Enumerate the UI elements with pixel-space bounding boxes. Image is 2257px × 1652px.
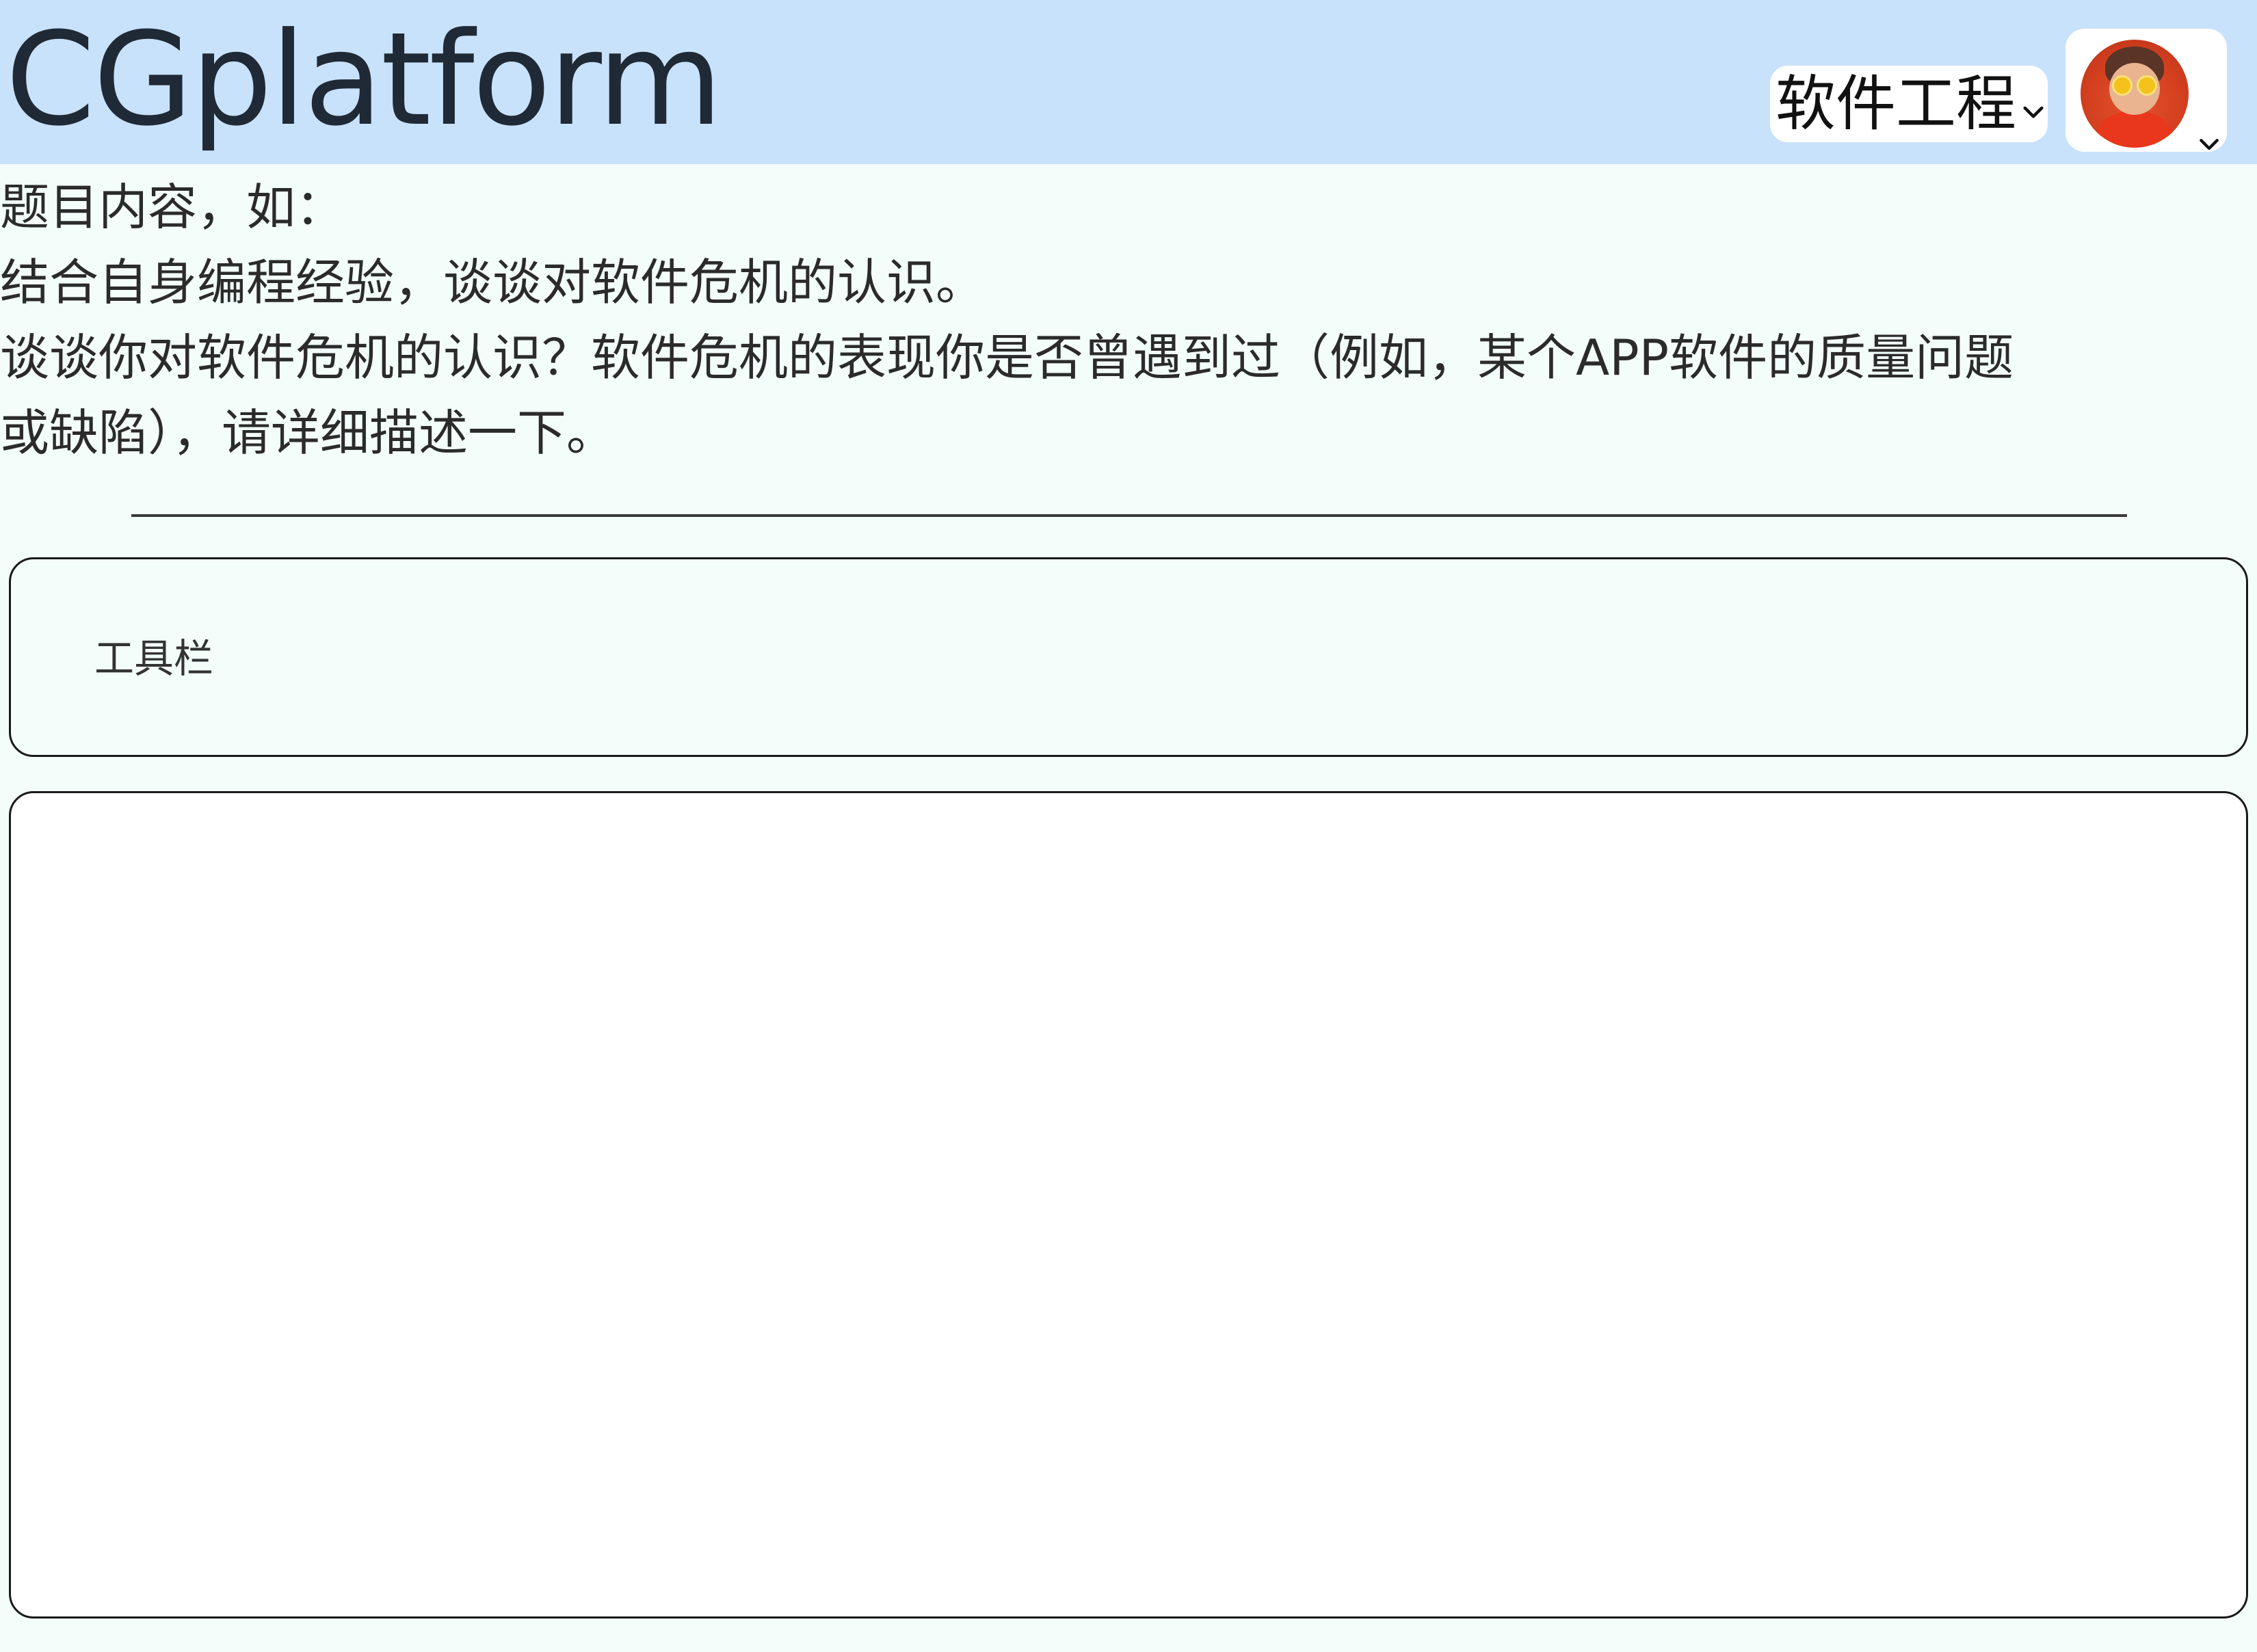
answer-editor[interactable] [9, 791, 2248, 1618]
avatar[interactable] [2081, 40, 2189, 148]
question-content: 题目内容，如： 结合自身编程经验，谈谈对软件危机的认识。 谈谈你对软件危机的认识… [0, 170, 2189, 470]
chevron-down-icon [2023, 106, 2044, 118]
editor-toolbar: 工具栏 [9, 557, 2248, 757]
question-line: 结合自身编程经验，谈谈对软件危机的认识。 [0, 254, 986, 311]
divider [131, 514, 2127, 517]
app-logo[interactable]: CGplatform [5, 8, 723, 152]
user-menu[interactable] [2065, 29, 2227, 152]
toolbar-placeholder: 工具栏 [94, 635, 214, 682]
question-line: 或缺陷），请详细描述一下。 [0, 404, 616, 462]
question-intro: 题目内容，如： [0, 178, 345, 236]
course-select-value: 软件工程 [1776, 68, 2017, 139]
course-select[interactable]: 软件工程 [1770, 66, 2048, 142]
question-line: 谈谈你对软件危机的认识？软件危机的表现你是否曾遇到过（例如，某个APP软件的质量… [0, 329, 2014, 386]
top-header: CGplatform 软件工程 [0, 0, 2257, 164]
chevron-down-icon [2200, 139, 2219, 150]
